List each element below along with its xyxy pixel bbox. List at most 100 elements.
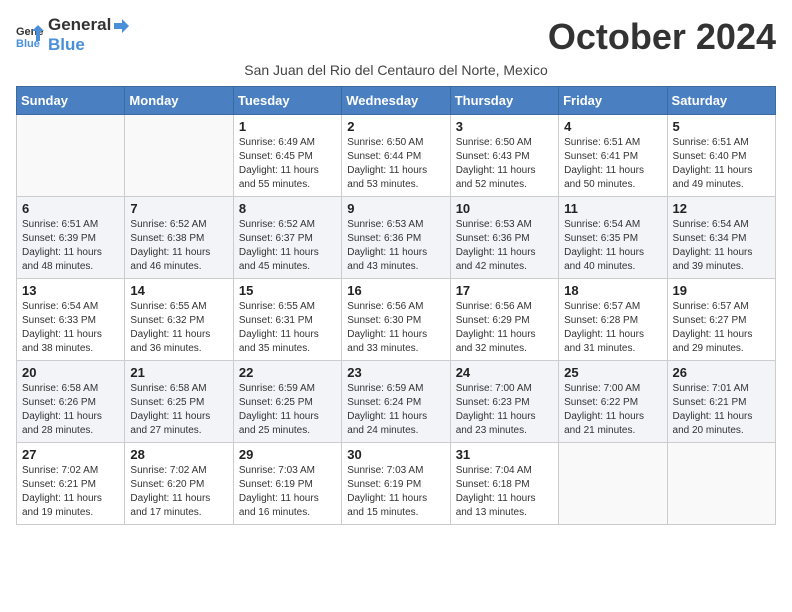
daylight: Daylight: 11 hours and 53 minutes. xyxy=(347,164,444,192)
sunrise: Sunrise: 7:03 AM xyxy=(239,464,336,478)
day-number: 17 xyxy=(456,283,553,298)
sunrise: Sunrise: 6:50 AM xyxy=(347,136,444,150)
calendar-week-2: 6 Sunrise: 6:51 AM Sunset: 6:39 PM Dayli… xyxy=(17,197,776,279)
calendar-cell: 12 Sunrise: 6:54 AM Sunset: 6:34 PM Dayl… xyxy=(667,197,775,279)
daylight: Daylight: 11 hours and 46 minutes. xyxy=(130,246,227,274)
sunrise: Sunrise: 6:52 AM xyxy=(239,218,336,232)
calendar-cell: 28 Sunrise: 7:02 AM Sunset: 6:20 PM Dayl… xyxy=(125,443,233,525)
day-detail: Sunrise: 6:50 AM Sunset: 6:43 PM Dayligh… xyxy=(456,136,553,192)
calendar-cell: 26 Sunrise: 7:01 AM Sunset: 6:21 PM Dayl… xyxy=(667,361,775,443)
day-number: 22 xyxy=(239,365,336,380)
sunset: Sunset: 6:36 PM xyxy=(347,232,444,246)
calendar-cell: 6 Sunrise: 6:51 AM Sunset: 6:39 PM Dayli… xyxy=(17,197,125,279)
day-detail: Sunrise: 7:03 AM Sunset: 6:19 PM Dayligh… xyxy=(239,464,336,520)
calendar-cell: 29 Sunrise: 7:03 AM Sunset: 6:19 PM Dayl… xyxy=(233,443,341,525)
day-number: 31 xyxy=(456,447,553,462)
day-detail: Sunrise: 6:49 AM Sunset: 6:45 PM Dayligh… xyxy=(239,136,336,192)
sunrise: Sunrise: 6:54 AM xyxy=(564,218,661,232)
sunset: Sunset: 6:19 PM xyxy=(239,478,336,492)
sunset: Sunset: 6:43 PM xyxy=(456,150,553,164)
day-detail: Sunrise: 6:53 AM Sunset: 6:36 PM Dayligh… xyxy=(347,218,444,274)
sunrise: Sunrise: 6:58 AM xyxy=(130,382,227,396)
daylight: Daylight: 11 hours and 43 minutes. xyxy=(347,246,444,274)
day-detail: Sunrise: 7:01 AM Sunset: 6:21 PM Dayligh… xyxy=(673,382,770,438)
calendar-cell: 5 Sunrise: 6:51 AM Sunset: 6:40 PM Dayli… xyxy=(667,115,775,197)
calendar-cell: 10 Sunrise: 6:53 AM Sunset: 6:36 PM Dayl… xyxy=(450,197,558,279)
daylight: Daylight: 11 hours and 49 minutes. xyxy=(673,164,770,192)
daylight: Daylight: 11 hours and 42 minutes. xyxy=(456,246,553,274)
logo: General Blue General Blue xyxy=(16,16,130,55)
logo-arrow-icon xyxy=(112,17,130,35)
header: General Blue General Blue October 2024 xyxy=(16,16,776,58)
day-detail: Sunrise: 6:54 AM Sunset: 6:33 PM Dayligh… xyxy=(22,300,119,356)
sunset: Sunset: 6:31 PM xyxy=(239,314,336,328)
daylight: Daylight: 11 hours and 36 minutes. xyxy=(130,328,227,356)
daylight: Daylight: 11 hours and 35 minutes. xyxy=(239,328,336,356)
sunrise: Sunrise: 7:02 AM xyxy=(22,464,119,478)
sunset: Sunset: 6:33 PM xyxy=(22,314,119,328)
day-number: 9 xyxy=(347,201,444,216)
sunrise: Sunrise: 6:49 AM xyxy=(239,136,336,150)
sunrise: Sunrise: 6:52 AM xyxy=(130,218,227,232)
day-detail: Sunrise: 6:57 AM Sunset: 6:27 PM Dayligh… xyxy=(673,300,770,356)
day-detail: Sunrise: 7:04 AM Sunset: 6:18 PM Dayligh… xyxy=(456,464,553,520)
day-number: 23 xyxy=(347,365,444,380)
day-detail: Sunrise: 6:59 AM Sunset: 6:24 PM Dayligh… xyxy=(347,382,444,438)
day-number: 25 xyxy=(564,365,661,380)
day-number: 16 xyxy=(347,283,444,298)
sunrise: Sunrise: 7:04 AM xyxy=(456,464,553,478)
day-detail: Sunrise: 6:54 AM Sunset: 6:35 PM Dayligh… xyxy=(564,218,661,274)
sunset: Sunset: 6:38 PM xyxy=(130,232,227,246)
weekday-header-saturday: Saturday xyxy=(667,87,775,115)
calendar-cell: 17 Sunrise: 6:56 AM Sunset: 6:29 PM Dayl… xyxy=(450,279,558,361)
day-detail: Sunrise: 6:50 AM Sunset: 6:44 PM Dayligh… xyxy=(347,136,444,192)
calendar-cell: 19 Sunrise: 6:57 AM Sunset: 6:27 PM Dayl… xyxy=(667,279,775,361)
weekday-header-wednesday: Wednesday xyxy=(342,87,450,115)
daylight: Daylight: 11 hours and 23 minutes. xyxy=(456,410,553,438)
calendar-cell: 22 Sunrise: 6:59 AM Sunset: 6:25 PM Dayl… xyxy=(233,361,341,443)
calendar-week-4: 20 Sunrise: 6:58 AM Sunset: 6:26 PM Dayl… xyxy=(17,361,776,443)
sunrise: Sunrise: 6:55 AM xyxy=(239,300,336,314)
daylight: Daylight: 11 hours and 27 minutes. xyxy=(130,410,227,438)
calendar-cell: 20 Sunrise: 6:58 AM Sunset: 6:26 PM Dayl… xyxy=(17,361,125,443)
day-number: 1 xyxy=(239,119,336,134)
sunset: Sunset: 6:20 PM xyxy=(130,478,227,492)
day-number: 20 xyxy=(22,365,119,380)
day-detail: Sunrise: 6:59 AM Sunset: 6:25 PM Dayligh… xyxy=(239,382,336,438)
daylight: Daylight: 11 hours and 13 minutes. xyxy=(456,492,553,520)
calendar-cell: 15 Sunrise: 6:55 AM Sunset: 6:31 PM Dayl… xyxy=(233,279,341,361)
calendar-cell: 23 Sunrise: 6:59 AM Sunset: 6:24 PM Dayl… xyxy=(342,361,450,443)
sunset: Sunset: 6:44 PM xyxy=(347,150,444,164)
sunset: Sunset: 6:40 PM xyxy=(673,150,770,164)
day-detail: Sunrise: 7:00 AM Sunset: 6:22 PM Dayligh… xyxy=(564,382,661,438)
sunrise: Sunrise: 6:51 AM xyxy=(22,218,119,232)
calendar-cell: 16 Sunrise: 6:56 AM Sunset: 6:30 PM Dayl… xyxy=(342,279,450,361)
sunrise: Sunrise: 6:51 AM xyxy=(564,136,661,150)
sunset: Sunset: 6:18 PM xyxy=(456,478,553,492)
day-detail: Sunrise: 6:57 AM Sunset: 6:28 PM Dayligh… xyxy=(564,300,661,356)
sunset: Sunset: 6:21 PM xyxy=(22,478,119,492)
day-number: 8 xyxy=(239,201,336,216)
daylight: Daylight: 11 hours and 32 minutes. xyxy=(456,328,553,356)
logo-icon: General Blue xyxy=(16,21,44,49)
sunset: Sunset: 6:37 PM xyxy=(239,232,336,246)
day-detail: Sunrise: 7:00 AM Sunset: 6:23 PM Dayligh… xyxy=(456,382,553,438)
calendar-cell: 30 Sunrise: 7:03 AM Sunset: 6:19 PM Dayl… xyxy=(342,443,450,525)
daylight: Daylight: 11 hours and 33 minutes. xyxy=(347,328,444,356)
sunset: Sunset: 6:29 PM xyxy=(456,314,553,328)
sunrise: Sunrise: 6:59 AM xyxy=(239,382,336,396)
calendar-cell: 24 Sunrise: 7:00 AM Sunset: 6:23 PM Dayl… xyxy=(450,361,558,443)
day-number: 21 xyxy=(130,365,227,380)
daylight: Daylight: 11 hours and 15 minutes. xyxy=(347,492,444,520)
calendar-cell xyxy=(667,443,775,525)
day-detail: Sunrise: 6:52 AM Sunset: 6:38 PM Dayligh… xyxy=(130,218,227,274)
sunrise: Sunrise: 7:01 AM xyxy=(673,382,770,396)
day-detail: Sunrise: 6:55 AM Sunset: 6:31 PM Dayligh… xyxy=(239,300,336,356)
sunrise: Sunrise: 7:02 AM xyxy=(130,464,227,478)
daylight: Daylight: 11 hours and 31 minutes. xyxy=(564,328,661,356)
day-number: 12 xyxy=(673,201,770,216)
sunrise: Sunrise: 6:57 AM xyxy=(564,300,661,314)
sunset: Sunset: 6:23 PM xyxy=(456,396,553,410)
sunrise: Sunrise: 6:51 AM xyxy=(673,136,770,150)
sunrise: Sunrise: 6:54 AM xyxy=(673,218,770,232)
